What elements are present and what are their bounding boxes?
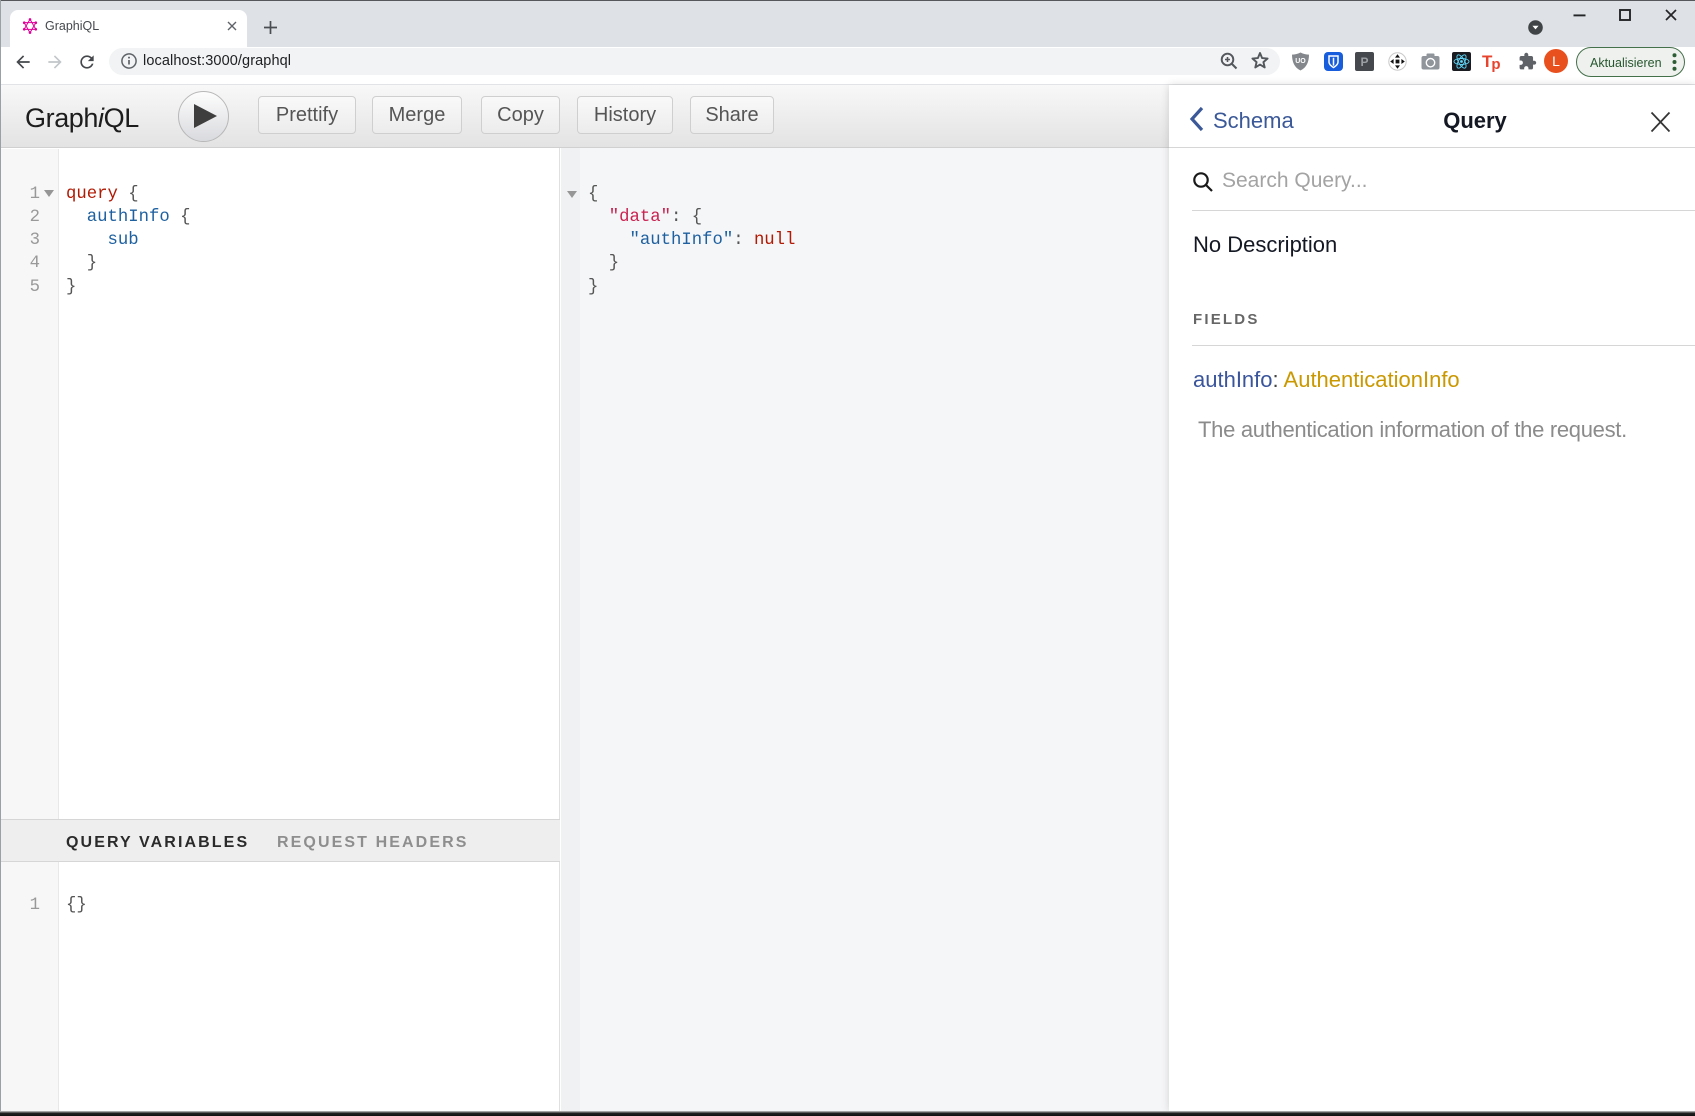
svg-text:UO: UO (1295, 58, 1306, 65)
svg-text:P: P (1360, 55, 1368, 69)
